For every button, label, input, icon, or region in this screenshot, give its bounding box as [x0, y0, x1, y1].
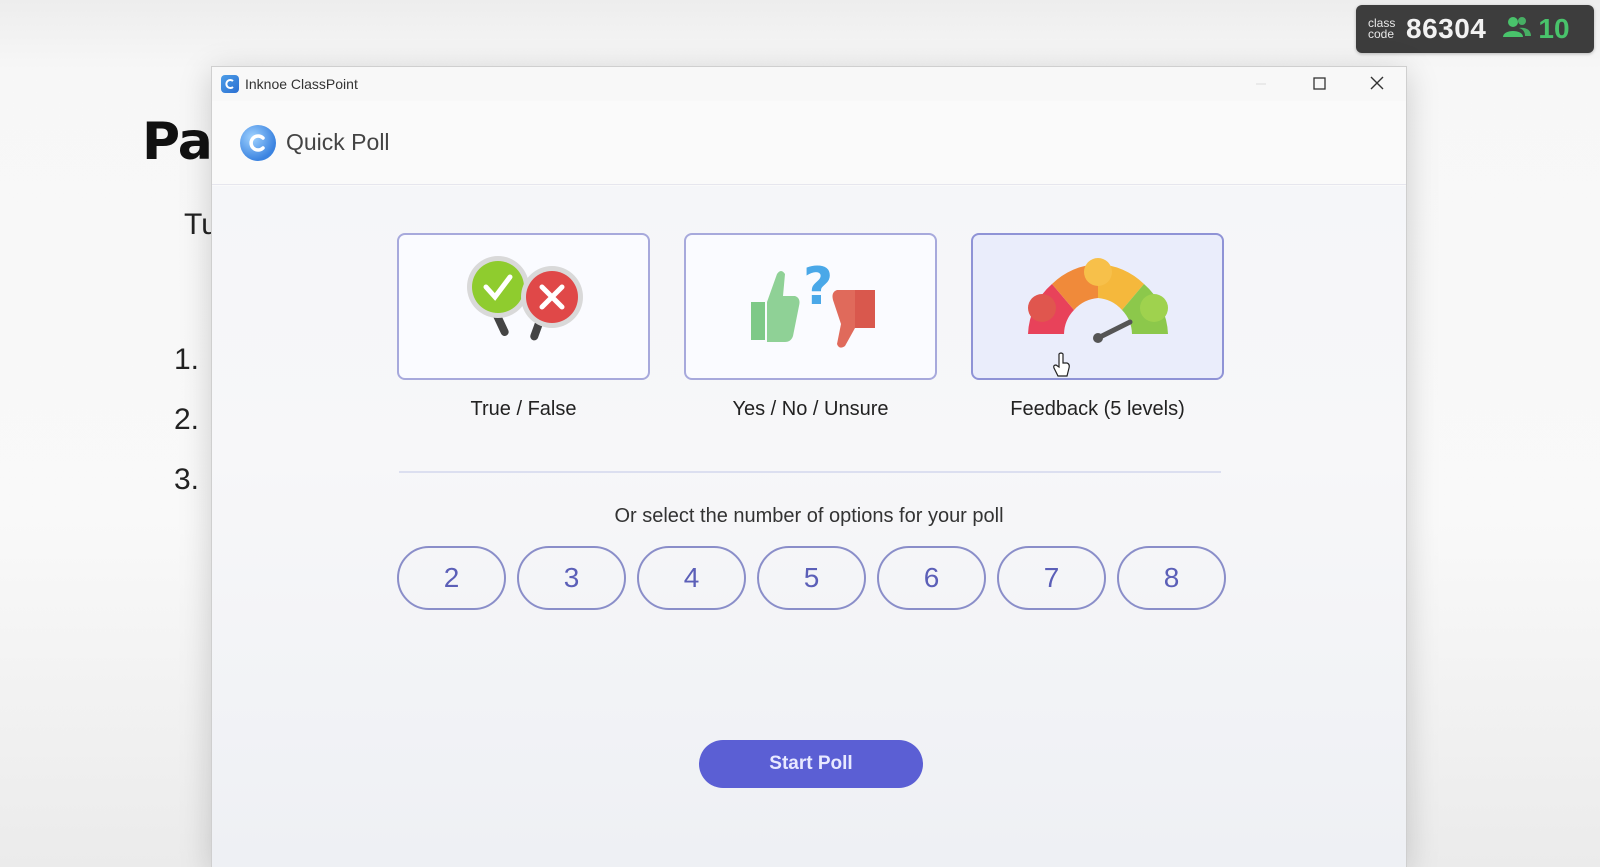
users-icon: [1502, 15, 1532, 44]
start-poll-button[interactable]: Start Poll: [699, 740, 923, 788]
options-instruction: Or select the number of options for your…: [614, 505, 1004, 527]
svg-text:?: ?: [803, 257, 833, 317]
poll-type-card[interactable]: ?: [684, 233, 937, 380]
class-code-label: class code: [1368, 17, 1400, 41]
window-title: Inknoe ClassPoint: [245, 76, 358, 92]
page-title: Quick Poll: [286, 129, 390, 155]
option-count-row: 2 3 4 5 6 7 8: [397, 546, 1226, 610]
option-count-button-8[interactable]: 8: [1117, 546, 1226, 610]
slide-list-item: 1.: [174, 343, 200, 376]
true-false-icon: [454, 249, 594, 364]
section-divider: [399, 471, 1221, 473]
option-count-button-5[interactable]: 5: [757, 546, 866, 610]
poll-type-label: Feedback (5 levels): [1010, 398, 1185, 420]
quick-poll-window: Inknoe ClassPoint Quick Poll True / Fals…: [211, 66, 1407, 867]
close-icon: [1370, 74, 1384, 95]
classpoint-logo-icon: [240, 124, 276, 161]
poll-type-row: True / False ? Yes / No / Unsure Feedbac…: [397, 233, 1224, 421]
poll-type-label: Yes / No / Unsure: [732, 398, 889, 420]
class-code-label-line2: code: [1368, 27, 1395, 41]
slide-list-item: 3.: [174, 463, 200, 496]
poll-type-label: True / False: [470, 398, 577, 420]
close-button[interactable]: [1348, 67, 1406, 101]
option-count-button-4[interactable]: 4: [637, 546, 746, 610]
yes-no-unsure-icon: ?: [731, 254, 891, 359]
maximize-button[interactable]: [1290, 67, 1348, 101]
participants-count[interactable]: 10: [1502, 13, 1570, 45]
maximize-icon: [1312, 74, 1326, 95]
dialog-header: Quick Poll: [212, 101, 1406, 185]
window-titlebar[interactable]: Inknoe ClassPoint: [212, 67, 1406, 101]
poll-type-feedback[interactable]: Feedback (5 levels): [971, 233, 1224, 421]
poll-type-yes-no-unsure[interactable]: ? Yes / No / Unsure: [684, 233, 937, 421]
slide-list-item: 2.: [174, 403, 200, 436]
window-controls: [1232, 67, 1406, 101]
option-count-button-3[interactable]: 3: [517, 546, 626, 610]
poll-type-card[interactable]: [971, 233, 1224, 380]
class-code-badge[interactable]: class code 86304 10: [1356, 5, 1594, 53]
option-count-button-2[interactable]: 2: [397, 546, 506, 610]
option-count-button-6[interactable]: 6: [877, 546, 986, 610]
poll-type-card[interactable]: [397, 233, 650, 380]
slide-title: Pa: [142, 112, 213, 172]
participants-number: 10: [1538, 13, 1570, 44]
minimize-icon: [1255, 74, 1267, 95]
feedback-gauge-icon: [1018, 254, 1178, 359]
hand-cursor-icon: [1053, 352, 1071, 383]
minimize-button[interactable]: [1232, 67, 1290, 101]
poll-type-true-false[interactable]: True / False: [397, 233, 650, 421]
class-code-value: 86304: [1406, 13, 1487, 44]
slide-list: 1. 2. 3.: [174, 340, 199, 520]
option-count-button-7[interactable]: 7: [997, 546, 1106, 610]
classpoint-app-icon: [221, 75, 239, 93]
